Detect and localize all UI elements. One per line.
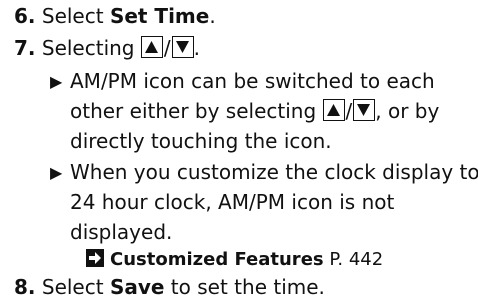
step-6-number: 6. [14, 4, 36, 28]
manual-page: { "steps": { "s6": { "number": "6.", "pr… [0, 0, 478, 301]
step-7-slash: / [163, 36, 171, 60]
step-7-text: Selecting [41, 36, 141, 60]
step-6-text: Select [41, 4, 110, 28]
note-2-line-3: displayed. [70, 218, 172, 246]
step-8-bold: Save [109, 275, 165, 299]
note-2-text-2: 24 hour clock, AM/PM icon is not [70, 190, 395, 214]
right-triangle-bullet-icon: ▶ [50, 72, 63, 91]
note-2-text-3: displayed. [70, 220, 173, 244]
note-1-text-2a: other either by selecting [70, 99, 323, 123]
step-7-number: 7. [14, 36, 36, 60]
reference-link[interactable]: Customized Features P. 442 [86, 246, 383, 274]
down-triangle-icon [353, 99, 376, 121]
reference-title: Customized Features [110, 249, 324, 270]
note-1-text-3: directly touching the icon. [70, 129, 332, 153]
step-6-end: . [209, 4, 216, 28]
note-1-line-3: directly touching the icon. [70, 127, 332, 155]
step-8-number: 8. [14, 275, 36, 299]
step-7: 7. Selecting /. [14, 34, 200, 62]
note-1-slash: / [345, 99, 353, 123]
step-8: 8. Select Save to set the time. [14, 273, 325, 301]
note-1-line-2: other either by selecting / , or by [70, 97, 439, 125]
note-1-text-1: AM/PM icon can be switched to each [70, 69, 435, 93]
step-6-bold: Set Time [109, 4, 210, 28]
right-triangle-bullet-icon: ▶ [50, 163, 63, 182]
step-7-end: . [193, 36, 200, 60]
note-2-line-2: 24 hour clock, AM/PM icon is not [70, 188, 394, 216]
note-2-line-1: ▶ When you customize the clock display to [50, 158, 478, 188]
reference-arrow-icon [86, 249, 104, 267]
step-8-text: Select [41, 275, 110, 299]
down-triangle-icon [171, 36, 194, 58]
step-6: 6. Select Set Time. [14, 2, 216, 30]
note-1-text-2b: , or by [375, 99, 440, 123]
note-2-text-1: When you customize the clock display to [70, 160, 478, 184]
note-1-line-1: ▶ AM/PM icon can be switched to each [50, 67, 435, 97]
up-triangle-icon [322, 99, 345, 121]
up-triangle-icon [140, 36, 163, 58]
reference-page: P. 442 [323, 249, 384, 270]
step-8-end: to set the time. [164, 275, 325, 299]
